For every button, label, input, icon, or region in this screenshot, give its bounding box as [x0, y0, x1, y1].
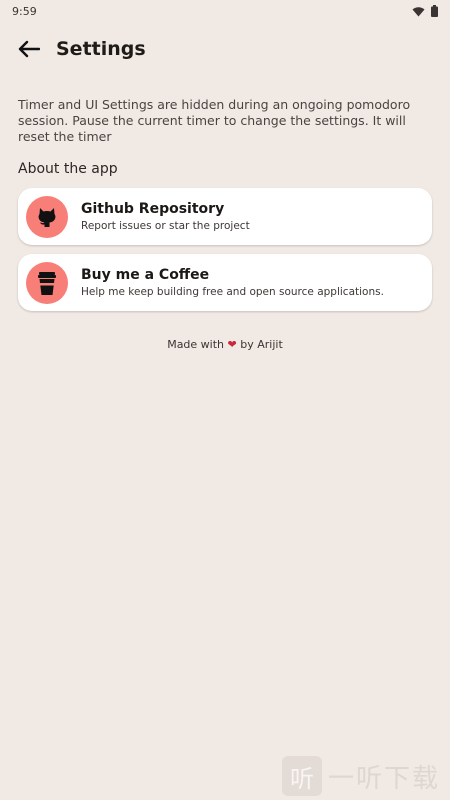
watermark-logo: 听 一听下载	[281, 756, 440, 796]
arrow-back-icon	[18, 40, 40, 58]
buy-me-a-coffee-card[interactable]: Buy me a Coffee Help me keep building fr…	[18, 254, 432, 311]
watermark-text: 一听下载	[327, 763, 440, 794]
coffee-cup-icon	[38, 271, 56, 295]
github-card-subtitle: Report issues or star the project	[81, 220, 250, 232]
status-time: 9:59	[12, 4, 37, 18]
wifi-icon	[412, 6, 425, 16]
coffee-avatar	[26, 261, 68, 304]
battery-icon	[431, 5, 438, 17]
app-bar: Settings	[0, 25, 450, 73]
status-icons	[412, 5, 438, 17]
github-card-title: Github Repository	[81, 201, 225, 217]
section-title-about: About the app	[18, 161, 118, 177]
settings-hidden-notice: Timer and UI Settings are hidden during …	[18, 97, 411, 144]
github-avatar	[26, 195, 68, 238]
watermark-glyph: 听	[281, 756, 322, 796]
github-repository-card[interactable]: Github Repository Report issues or star …	[18, 188, 432, 245]
footer-prefix: Made with	[167, 338, 225, 351]
github-icon	[38, 207, 56, 227]
coffee-card-subtitle: Help me keep building free and open sour…	[81, 286, 384, 298]
coffee-card-title: Buy me a Coffee	[81, 267, 210, 283]
footer-credit: Made with ❤ by Arijit	[0, 338, 450, 351]
page-title: Settings	[56, 38, 146, 60]
back-button[interactable]	[16, 36, 42, 62]
footer-suffix: by Arijit	[240, 338, 283, 351]
status-bar: 9:59	[0, 0, 450, 22]
heart-icon: ❤	[227, 338, 237, 351]
coffee-card-text: Buy me a Coffee Help me keep building fr…	[81, 266, 384, 299]
github-card-text: Github Repository Report issues or star …	[81, 200, 250, 233]
